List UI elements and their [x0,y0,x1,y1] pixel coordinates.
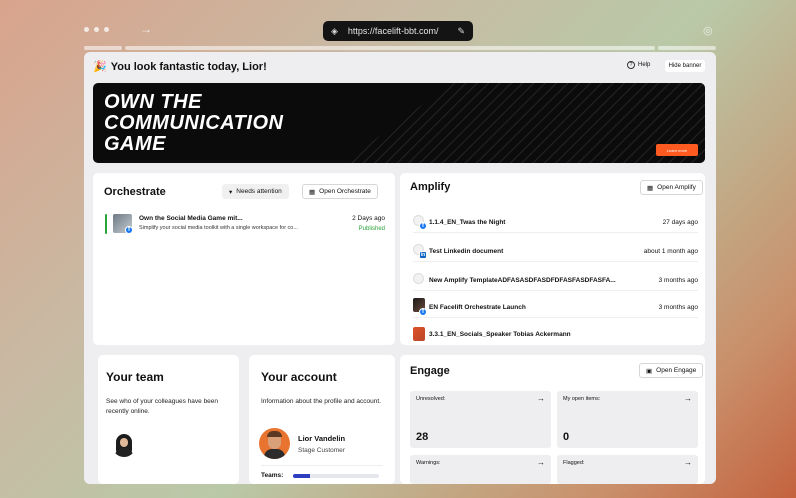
party-popper-icon: 🎉 [93,61,107,73]
tile-value: 28 [416,431,429,443]
document-icon [413,273,424,284]
tab-strip [84,46,716,50]
open-amplify-button[interactable]: ▦ Open Amplify [640,180,703,195]
warnings-tile[interactable]: Warnings: → [410,455,551,484]
item-time: 3 months ago [658,277,698,284]
item-time: about 1 month ago [643,248,698,255]
help-label: Help [638,62,651,68]
item-name: 3.3.1_EN_Socials_Speaker Tobias Ackerman… [429,331,571,338]
item-name: Test Linkedin document [429,248,504,255]
hide-banner-button[interactable]: Hide banner [665,60,705,72]
tile-label: Flagged: [563,460,585,466]
account-title: Your account [261,370,337,384]
promo-banner: OWN THE COMMUNICATION GAME Learn more [93,83,705,163]
arrow-right-icon: → [537,458,545,467]
address-bar[interactable]: ◈ https://facelift-bbt.com/ ✎ [323,21,473,41]
url-text: https://facelift-bbt.com/ [347,26,439,36]
facebook-icon: f [419,308,427,316]
avatar-shirt [264,449,285,459]
greeting-text: You look fantastic today, Lior! [110,60,267,73]
item-name: 1.1.4_EN_Twas the Night [429,219,506,226]
calendar-icon: ▦ [647,184,654,192]
help-button[interactable]: ? Help [627,61,650,69]
team-card: Your team See who of your colleagues hav… [98,355,239,484]
greeting: 🎉 You look fantastic today, Lior! [93,60,267,74]
site-info-icon[interactable]: ◈ [331,26,338,37]
avatar-face [120,438,128,447]
item-name: New Amplify TemplateADFASASDFASDFDFASFAS… [429,277,616,284]
list-item[interactable]: New Amplify TemplateADFASASDFASDFDFASFAS… [413,271,698,291]
account-name: Lior Vandelin [298,434,346,443]
amplify-title: Amplify [410,181,451,193]
tile-label: My open items: [563,396,601,402]
open-engage-label: Open Engage [656,367,697,374]
list-item[interactable]: f EN Facelift Orchestrate Launch 3 month… [413,298,698,318]
account-description: Information about the profile and accoun… [261,398,381,405]
edit-link-icon[interactable]: ✎ [457,26,465,37]
open-amplify-label: Open Amplify [657,184,696,191]
unresolved-tile[interactable]: Unresolved: → 28 [410,391,551,448]
banner-headline: OWN THE COMMUNICATION GAME [104,91,284,155]
caret-down-icon: ▾ [229,188,233,196]
post-subtitle: Simplify your social media toolkit with … [139,225,298,231]
open-items-tile[interactable]: My open items: → 0 [557,391,698,448]
needs-attention-filter[interactable]: ▾ Needs attention [222,184,289,199]
banner-cta-button[interactable]: Learn more [656,144,698,156]
teams-label: Teams: [261,472,284,479]
facebook-icon: f [125,226,133,234]
team-title: Your team [106,370,164,384]
list-item[interactable]: f Own the Social Media Game mit... Simpl… [105,213,385,235]
engage-card: Engage ▣ Open Engage Unresolved: → 28 My… [400,355,705,484]
forward-arrow-icon[interactable]: → [140,22,152,36]
list-item[interactable]: in Test Linkedin document about 1 month … [413,242,698,262]
post-title: Own the Social Media Game mit... [139,215,243,222]
open-engage-button[interactable]: ▣ Open Engage [639,363,704,378]
chat-icon: ▣ [646,367,653,375]
tile-value: 0 [563,431,570,443]
arrow-right-icon: → [684,458,692,467]
avatar[interactable] [112,433,136,457]
teams-progress-bar [293,474,379,478]
flagged-tile[interactable]: Flagged: → [557,455,698,484]
linkedin-icon: in [419,251,427,259]
post-date: 2 Days ago [352,215,385,222]
open-orchestrate-button[interactable]: ▦ Open Orchestrate [302,184,378,199]
open-orchestrate-label: Open Orchestrate [319,188,371,195]
app-window: 🎉 You look fantastic today, Lior! ? Help… [84,52,716,484]
avatar[interactable] [259,428,290,459]
divider [261,465,383,466]
tile-label: Warnings: [416,460,441,466]
item-name: EN Facelift Orchestrate Launch [429,304,526,311]
extensions-icon[interactable]: ◎ [703,24,713,37]
list-item[interactable]: 3.3.1_EN_Socials_Speaker Tobias Ackerman… [413,325,698,345]
post-thumbnail [413,327,425,341]
item-time: 27 days ago [662,219,698,226]
amplify-card: Amplify ▦ Open Amplify f 1.1.4_EN_Twas t… [400,173,705,345]
status-badge: Published [358,226,385,232]
calendar-icon: ▦ [309,188,316,196]
banner-pattern [343,83,705,163]
help-icon: ? [627,61,635,69]
item-time: 3 months ago [658,304,698,311]
account-card: Your account Information about the profi… [249,355,395,484]
status-indicator [105,214,107,234]
orchestrate-card: Orchestrate ▾ Needs attention ▦ Open Orc… [93,173,395,345]
tile-label: Unresolved: [416,396,446,402]
engage-title: Engage [410,365,450,377]
team-description: See who of your colleagues have been rec… [106,398,219,415]
arrow-right-icon: → [537,394,545,403]
list-item[interactable]: f 1.1.4_EN_Twas the Night 27 days ago [413,213,698,233]
needs-attention-label: Needs attention [236,188,282,195]
window-controls[interactable] [84,27,109,32]
teams-progress-fill [293,474,311,478]
arrow-right-icon: → [684,394,692,403]
facebook-icon: f [419,222,427,230]
avatar-hair [267,431,282,437]
orchestrate-title: Orchestrate [104,186,166,198]
avatar-body [115,448,133,457]
account-role: Stage Customer [298,447,345,454]
